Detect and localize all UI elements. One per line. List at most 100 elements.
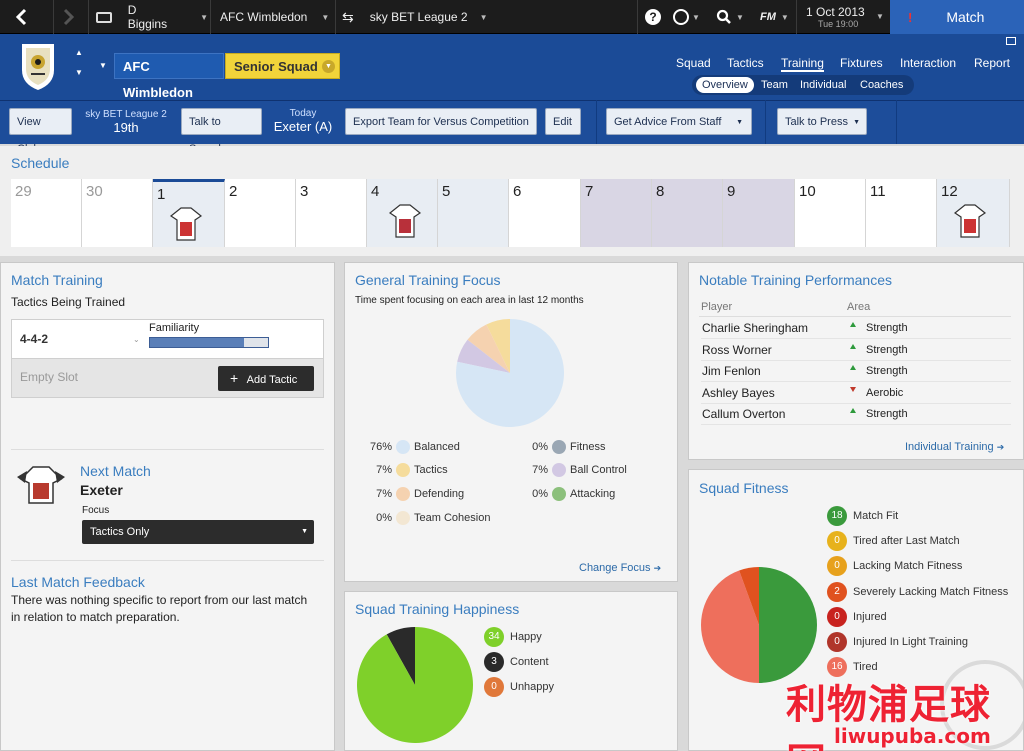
training-focus-pie bbox=[456, 319, 564, 427]
schedule-day-number: 5 bbox=[442, 183, 451, 200]
divider bbox=[896, 100, 897, 144]
window-icon[interactable] bbox=[1006, 37, 1016, 45]
nav-training[interactable]: Training bbox=[781, 56, 824, 72]
schedule-day[interactable]: 8 bbox=[652, 179, 723, 247]
nav-report[interactable]: Report bbox=[974, 56, 1010, 70]
legend-label: Injured bbox=[853, 610, 887, 623]
league-menu[interactable]: ⇆ sky BET League 2 ▼ bbox=[342, 0, 497, 34]
advice-button[interactable]: Get Advice From Staff ▼ bbox=[606, 108, 752, 135]
squad-switcher[interactable]: ▲ ▼ bbox=[75, 48, 83, 78]
player-name[interactable]: Ashley Bayes bbox=[702, 386, 775, 400]
league-position-value: 19th bbox=[113, 120, 139, 135]
schedule-day[interactable]: 4 bbox=[367, 179, 438, 247]
tactic-name[interactable]: 4-4-2 bbox=[20, 332, 48, 346]
current-date: 1 Oct 2013 bbox=[806, 5, 865, 19]
happiness-legend-item: 34 Happy bbox=[484, 627, 542, 647]
today-opponent[interactable]: Exeter (A) bbox=[268, 119, 338, 134]
player-name[interactable]: Jim Fenlon bbox=[702, 364, 761, 378]
table-row[interactable]: Ross Worner Strength bbox=[701, 340, 1011, 361]
squad-chip[interactable]: Senior Squad ▼ bbox=[225, 53, 340, 79]
player-name[interactable]: Charlie Sheringham bbox=[702, 321, 808, 335]
table-row[interactable]: Callum Overton Strength bbox=[701, 404, 1011, 426]
count-badge: 3 bbox=[484, 652, 504, 672]
last-feedback-text: There was nothing specific to report fro… bbox=[11, 592, 326, 626]
schedule-day[interactable]: 29 bbox=[11, 179, 82, 247]
advice-label: Get Advice From Staff bbox=[614, 116, 722, 128]
schedule-day[interactable]: 12 bbox=[937, 179, 1010, 247]
legend-swatch bbox=[396, 440, 410, 454]
nav-interaction[interactable]: Interaction bbox=[900, 56, 956, 70]
schedule-day[interactable]: 6 bbox=[509, 179, 581, 247]
talk-press-button[interactable]: Talk to Press ▼ bbox=[777, 108, 867, 135]
schedule-day-number: 12 bbox=[941, 183, 958, 200]
training-area: Strength bbox=[866, 322, 908, 334]
familiarity-bar bbox=[149, 337, 269, 348]
focus-select[interactable]: Tactics Only ▼ bbox=[82, 520, 314, 544]
nav-fixtures[interactable]: Fixtures bbox=[840, 56, 883, 70]
globe-button[interactable]: ▼ bbox=[673, 0, 703, 34]
subtab-coaches[interactable]: Coaches bbox=[854, 77, 909, 93]
opponent-crest[interactable] bbox=[13, 459, 69, 509]
schedule-day[interactable]: 10 bbox=[795, 179, 866, 247]
manager-menu[interactable]: D Biggins ▼ bbox=[96, 0, 208, 34]
player-name[interactable]: Ross Worner bbox=[702, 343, 772, 357]
next-opponent[interactable]: Exeter bbox=[80, 482, 123, 498]
nav-squad[interactable]: Squad bbox=[676, 56, 711, 70]
table-row[interactable]: Jim Fenlon Strength bbox=[701, 361, 1011, 383]
chevron-down-icon: ▼ bbox=[853, 119, 860, 126]
legend-label: Unhappy bbox=[510, 681, 555, 693]
schedule-day-number: 4 bbox=[371, 183, 380, 200]
familiarity-fill bbox=[150, 338, 245, 347]
schedule-day[interactable]: 3 bbox=[296, 179, 367, 247]
table-row[interactable]: Ashley Bayes Aerobic bbox=[701, 383, 1011, 404]
individual-training-link[interactable]: Individual Training ➔ bbox=[905, 441, 1004, 453]
change-focus-link[interactable]: Change Focus ➔ bbox=[579, 562, 661, 574]
trend-up-icon bbox=[850, 408, 856, 414]
subtab-team[interactable]: Team bbox=[755, 77, 794, 93]
search-icon bbox=[716, 9, 731, 24]
table-row[interactable]: Charlie Sheringham Strength bbox=[701, 318, 1011, 339]
league-name-small: sky BET League 2 bbox=[85, 109, 167, 120]
schedule-day[interactable]: 7 bbox=[581, 179, 652, 247]
back-button[interactable] bbox=[14, 0, 44, 34]
fm-menu[interactable]: FM ▼ bbox=[760, 0, 796, 34]
match-button[interactable]: ! Match bbox=[890, 0, 1024, 34]
add-tactic-button[interactable]: + Add Tactic bbox=[218, 366, 314, 391]
edit-button[interactable]: Edit bbox=[545, 108, 581, 135]
schedule-day[interactable]: 9 bbox=[723, 179, 795, 247]
focus-legend-item: 7% Tactics bbox=[366, 463, 448, 477]
next-match-title: Next Match bbox=[80, 463, 151, 479]
chevron-down-icon[interactable]: ⌄ bbox=[133, 335, 140, 344]
fitness-title: Squad Fitness bbox=[699, 480, 789, 496]
schedule-day[interactable]: 30 bbox=[82, 179, 153, 247]
nav-tactics[interactable]: Tactics bbox=[727, 56, 764, 70]
fm-logo: FM bbox=[760, 11, 776, 23]
view-club-button[interactable]: View Club bbox=[9, 108, 72, 155]
export-team-button[interactable]: Export Team for Versus Competition bbox=[345, 108, 537, 135]
forward-button[interactable] bbox=[62, 0, 82, 34]
subtab-overview[interactable]: Overview bbox=[696, 77, 754, 93]
date-menu[interactable]: 1 Oct 2013 Tue 19:00 bbox=[800, 0, 886, 34]
squad-chip-label: Senior Squad bbox=[234, 59, 318, 74]
chevron-down-icon[interactable]: ▼ bbox=[99, 61, 107, 70]
training-area: Strength bbox=[866, 365, 908, 378]
chevron-down-icon: ▼ bbox=[692, 12, 700, 22]
club-name: AFC Wimbledon bbox=[220, 10, 308, 24]
match-label: Match bbox=[946, 9, 985, 25]
notable-title: Notable Training Performances bbox=[699, 272, 892, 288]
subtab-individual[interactable]: Individual bbox=[794, 77, 852, 93]
talk-squad-button[interactable]: Talk to Squad bbox=[181, 108, 262, 155]
legend-label: Tactics bbox=[414, 464, 448, 476]
schedule-day[interactable]: 2 bbox=[225, 179, 296, 247]
help-button[interactable]: ? bbox=[645, 0, 665, 34]
schedule-day[interactable]: 11 bbox=[866, 179, 937, 247]
chevron-down-icon: ▼ bbox=[322, 60, 335, 73]
club-chip[interactable]: AFC Wimbledon bbox=[114, 53, 224, 100]
schedule-day[interactable]: 1 bbox=[153, 179, 225, 247]
player-name[interactable]: Callum Overton bbox=[702, 407, 785, 421]
schedule-day[interactable]: 5 bbox=[438, 179, 509, 247]
fitness-legend-item: 0 Tired after Last Match bbox=[827, 531, 960, 552]
club-menu[interactable]: AFC Wimbledon ▼ bbox=[220, 0, 335, 34]
manager-icon bbox=[96, 11, 112, 23]
search-button[interactable]: ▼ bbox=[716, 0, 748, 34]
